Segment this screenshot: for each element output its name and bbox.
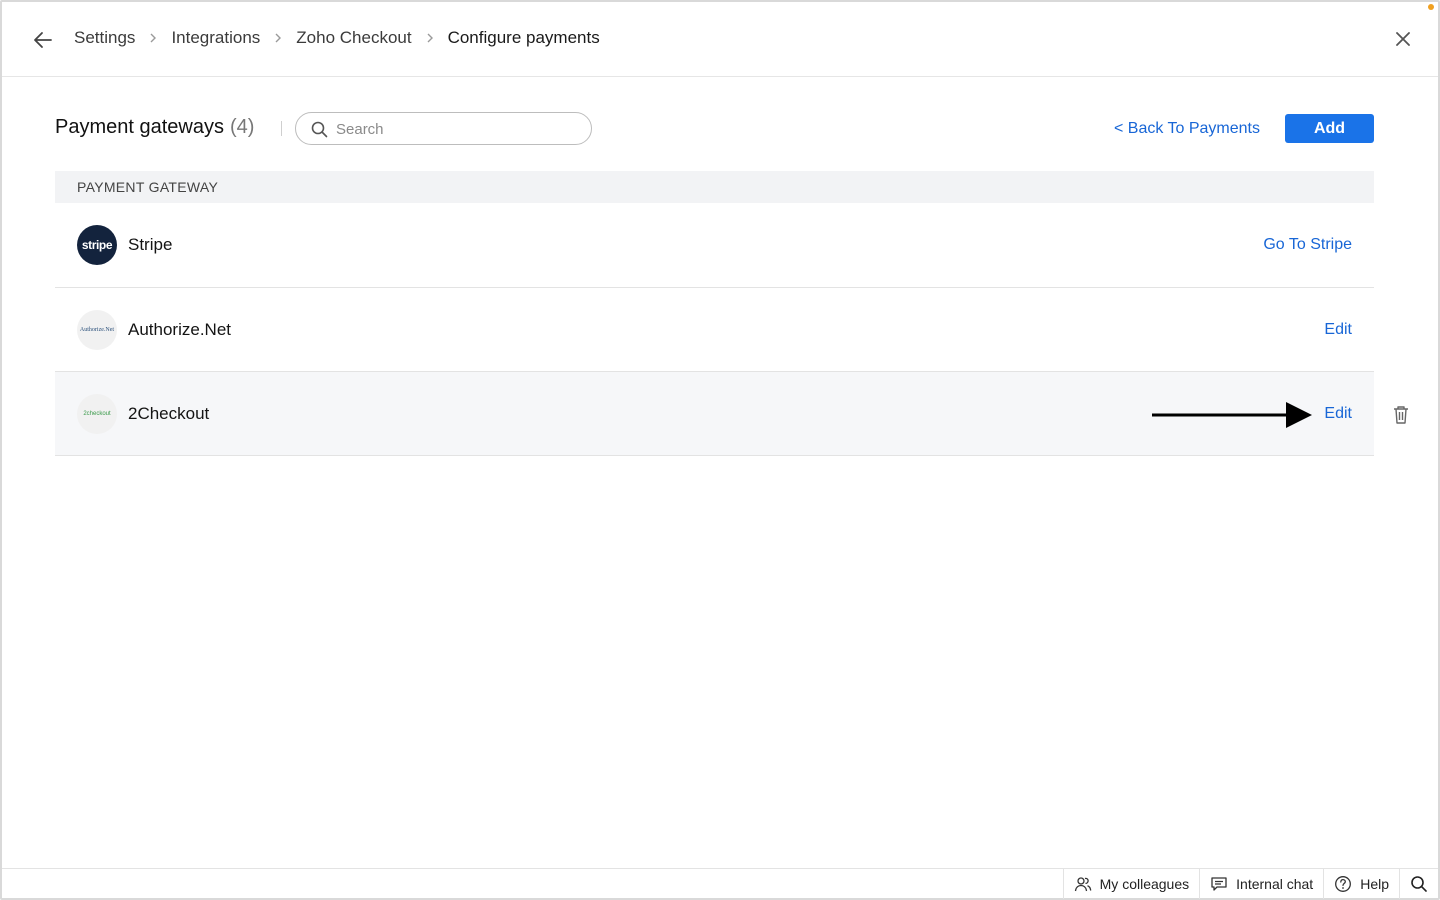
- page-title-text: Payment gateways: [55, 116, 224, 138]
- gateway-name: Authorize.Net: [128, 319, 231, 339]
- stripe-logo-text: stripe: [81, 238, 113, 252]
- gateway-count: (4): [229, 116, 255, 138]
- chevron-right-icon: [427, 33, 433, 43]
- authorize-net-logo-text: Authorize.Net: [79, 326, 115, 333]
- people-icon: [1074, 877, 1091, 892]
- top-header: Settings Integrations Zoho Checkout Conf…: [2, 2, 1438, 77]
- chat-icon: [1211, 877, 1227, 891]
- breadcrumb-integrations[interactable]: Integrations: [171, 28, 260, 48]
- annotation-arrow-icon: [1152, 402, 1312, 428]
- add-button[interactable]: Add: [1285, 114, 1374, 143]
- back-arrow-icon[interactable]: [32, 29, 54, 51]
- breadcrumb-configure-payments: Configure payments: [447, 28, 600, 47]
- gateway-name: Stripe: [128, 235, 173, 254]
- edit-authorize-net-link[interactable]: Edit: [1324, 321, 1352, 339]
- bottom-bar: My colleagues Internal chat Help: [2, 868, 1438, 899]
- go-to-stripe-link[interactable]: Go To Stripe: [1263, 236, 1352, 254]
- close-icon[interactable]: [1393, 29, 1413, 49]
- breadcrumb: Settings Integrations Zoho Checkout Conf…: [74, 28, 600, 48]
- internal-chat-label: Internal chat: [1236, 876, 1314, 892]
- 2checkout-logo: 2checkout: [77, 393, 117, 434]
- authorize-net-logo: Authorize.Net: [77, 309, 117, 350]
- trash-icon[interactable]: [1391, 404, 1411, 426]
- search-icon: [311, 121, 328, 138]
- breadcrumb-zoho-checkout[interactable]: Zoho Checkout: [296, 28, 411, 48]
- chevron-right-icon: [275, 33, 282, 43]
- my-colleagues-button[interactable]: My colleagues: [1062, 869, 1200, 899]
- search-input[interactable]: [336, 119, 576, 139]
- chevron-right-icon: [150, 33, 157, 43]
- help-button[interactable]: Help: [1323, 869, 1399, 899]
- internal-chat-button[interactable]: Internal chat: [1199, 869, 1323, 899]
- stripe-logo: stripe: [77, 225, 117, 265]
- gateway-name: 2Checkout: [128, 403, 210, 423]
- search-icon: [1411, 876, 1427, 892]
- breadcrumb-settings[interactable]: Settings: [74, 28, 135, 48]
- table-row[interactable]: Authorize.Net Authorize.Net Edit: [55, 288, 1374, 372]
- table-row[interactable]: stripe Stripe Go To Stripe: [55, 203, 1374, 288]
- column-header-payment-gateway: PAYMENT GATEWAY: [55, 171, 1374, 203]
- global-search-button[interactable]: [1399, 869, 1438, 899]
- title-divider: [281, 121, 282, 136]
- help-icon: [1335, 876, 1352, 892]
- 2checkout-logo-text: 2checkout: [83, 410, 111, 417]
- search-box[interactable]: [295, 112, 592, 145]
- page-title: Payment gateways (4): [55, 116, 254, 139]
- back-to-payments-link[interactable]: < Back To Payments: [1114, 120, 1260, 138]
- my-colleagues-label: My colleagues: [1099, 876, 1190, 892]
- edit-2checkout-link[interactable]: Edit: [1324, 405, 1352, 423]
- help-label: Help: [1360, 876, 1389, 892]
